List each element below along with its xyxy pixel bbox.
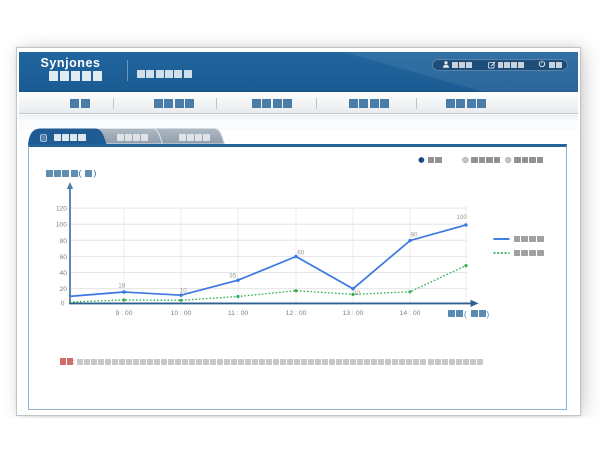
svg-text:100: 100 bbox=[456, 214, 467, 221]
svg-text:9 : 00: 9 : 00 bbox=[115, 310, 132, 317]
svg-text:10: 10 bbox=[180, 288, 188, 295]
svg-text:10: 10 bbox=[353, 290, 361, 297]
svg-text:100: 100 bbox=[56, 222, 67, 229]
svg-text:): ) bbox=[94, 168, 97, 178]
svg-text:): ) bbox=[487, 310, 490, 319]
svg-text:(: ( bbox=[79, 168, 82, 178]
svg-text:0: 0 bbox=[61, 301, 65, 308]
svg-text:10 : 00: 10 : 00 bbox=[171, 310, 192, 317]
svg-text:60: 60 bbox=[297, 250, 305, 257]
svg-text:120: 120 bbox=[56, 206, 67, 213]
svg-text:40: 40 bbox=[60, 270, 68, 277]
svg-text:13 : 00: 13 : 00 bbox=[343, 310, 364, 317]
svg-text:80: 80 bbox=[60, 238, 68, 245]
svg-text:11 : 00: 11 : 00 bbox=[228, 310, 249, 317]
svg-text:80: 80 bbox=[410, 231, 418, 238]
svg-text:18: 18 bbox=[118, 282, 126, 289]
svg-text:35: 35 bbox=[229, 273, 237, 280]
svg-text:(: ( bbox=[464, 310, 467, 319]
svg-text:14 : 00: 14 : 00 bbox=[400, 310, 421, 317]
svg-text:12 : 00: 12 : 00 bbox=[286, 310, 307, 317]
svg-text:60: 60 bbox=[60, 254, 68, 261]
svg-text:20: 20 bbox=[60, 286, 68, 293]
